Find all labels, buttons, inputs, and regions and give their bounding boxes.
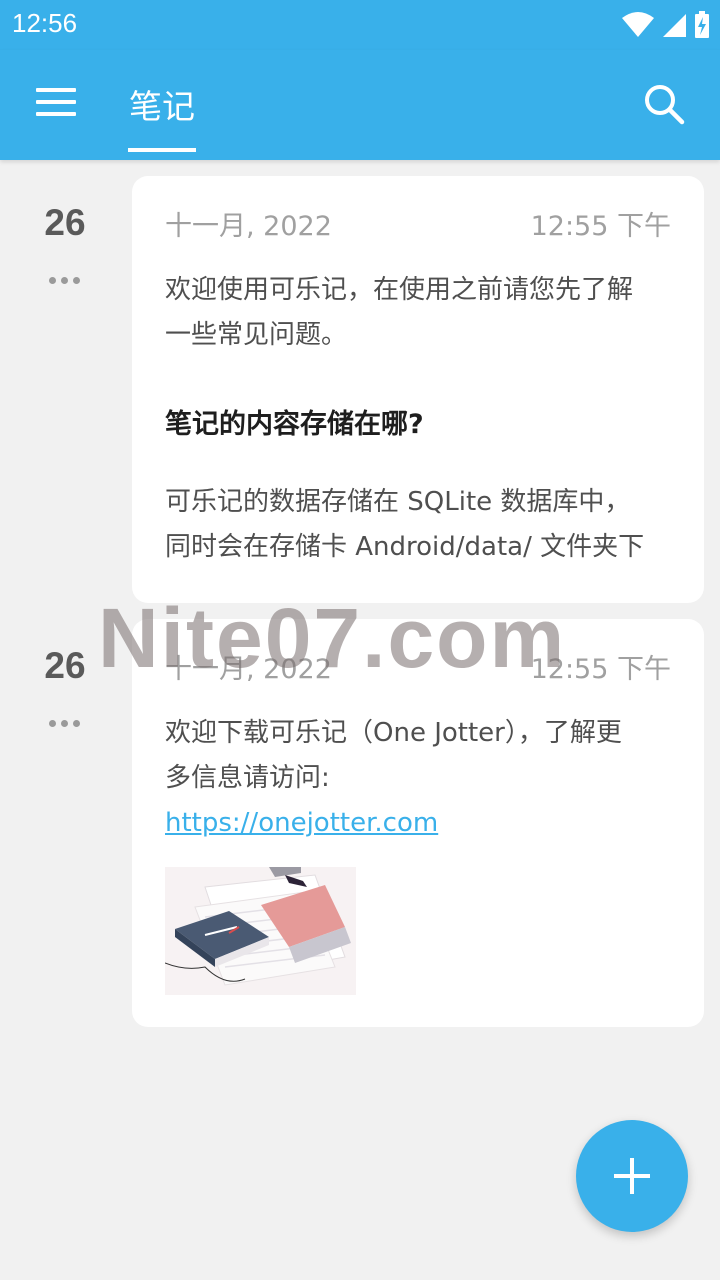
note-body-line2: 多信息请访问: [165,763,330,793]
status-icons [622,10,710,40]
note-card[interactable]: 十一月, 2022 12:55 下午 欢迎使用可乐记，在使用之前请您先了解 一些… [132,176,704,603]
status-bar: 12:56 [0,0,720,50]
note-day: 26 [44,202,86,243]
note-intro: 欢迎使用可乐记，在使用之前请您先了解 一些常见问题。 [165,268,674,358]
note-heading: 笔记的内容存储在哪? [165,409,424,440]
note-day: 26 [44,645,86,686]
note-time: 12:55 下午 [530,654,671,685]
note-meta: 十一月, 2022 12:55 下午 [165,204,671,242]
note-image[interactable] [165,867,356,995]
note-intro-line1: 欢迎使用可乐记，在使用之前请您先了解 [165,275,634,305]
battery-icon [695,11,709,38]
note-intro-line2: 一些常见问题。 [165,320,348,350]
note-body-line1: 欢迎下载可乐记（One Jotter），了解更 [165,718,622,748]
signal-icon [663,14,686,37]
menu-icon[interactable] [36,88,76,120]
note-body: 可乐记的数据存储在 SQLite 数据库中， 同时会在存储卡 Android/d… [165,480,674,570]
note-body: 欢迎下载可乐记（One Jotter），了解更 多信息请访问: https://… [165,711,674,846]
note-body-line2: 同时会在存储卡 Android/data/ 文件夹下 [165,532,645,562]
note-meta: 十一月, 2022 12:55 下午 [165,647,671,685]
note-date: 十一月, 2022 [165,654,332,685]
add-icon-vertical [630,1158,634,1194]
more-options-icon[interactable] [40,272,88,288]
note-time: 12:55 下午 [530,211,671,242]
tab-notes[interactable]: 笔记 [128,80,196,152]
more-options-icon[interactable] [40,715,88,731]
app-bar: 笔记 [0,50,720,160]
notebook-illustration [165,867,356,995]
wifi-icon [622,12,654,37]
tab-indicator [128,148,196,152]
status-time: 12:56 [12,8,78,38]
note-link[interactable]: https://onejotter.com [165,808,438,838]
note-card[interactable]: 十一月, 2022 12:55 下午 欢迎下载可乐记（One Jotter），了… [132,619,704,1027]
note-date: 十一月, 2022 [165,211,332,242]
search-icon[interactable] [642,82,686,126]
add-note-button[interactable] [576,1120,688,1232]
tab-notes-label: 笔记 [129,87,195,126]
note-body-line1: 可乐记的数据存储在 SQLite 数据库中， [165,487,631,517]
